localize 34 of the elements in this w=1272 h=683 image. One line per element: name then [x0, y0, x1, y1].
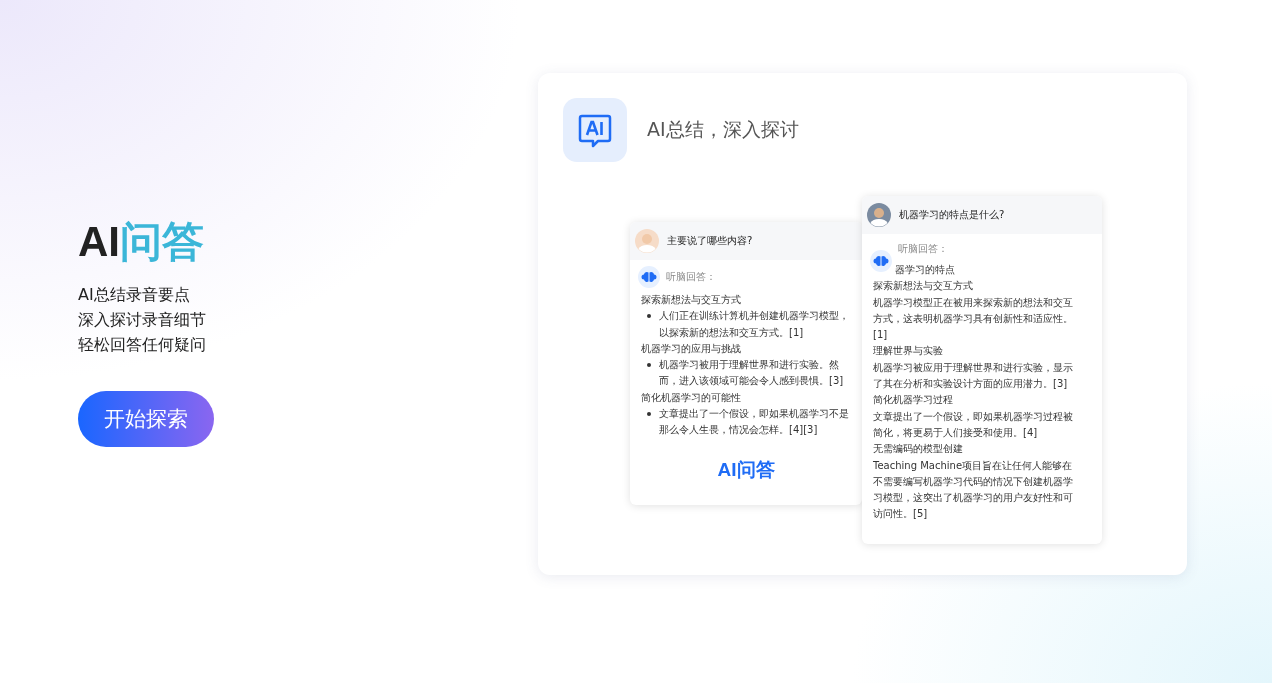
answer-text: 机器学习被用于理解世界和进行实验。然而，进入该领域可能会令人感到畏惧。[3] [659, 358, 845, 389]
avatar-icon [635, 229, 659, 253]
caption-text: AI问答 [716, 457, 776, 482]
answer-text: 机器学习被应用于理解世界和进行实验，显示了其在分析和实验设计方面的应用潜力。[3] [873, 360, 1074, 392]
feature-line: 轻松回答任何疑问 [78, 334, 207, 356]
answer-heading: 机器学习的应用与挑战 [641, 341, 742, 356]
answer-text: 简化机器学习过程 [873, 393, 954, 408]
avatar-icon [867, 203, 891, 227]
question-text: 机器学习的特点是什么? [899, 208, 1005, 222]
answer-text: 文章提出了一个假设，即如果机器学习过程被简化，将更易于人们接受和使用。[4] [873, 409, 1074, 440]
answer-heading: 探索新想法与交互方式 [641, 293, 742, 307]
answer-heading: 简化机器学习的可能性 [641, 390, 742, 405]
answer-text: 机器学习模型正在被用来探索新的想法和交互方式，这表明机器学习具有创新性和适应性。[1] [873, 295, 1074, 343]
answer-label: 听脑回答： [666, 270, 716, 284]
answer-text: 器学习的特点 [894, 263, 956, 277]
bullet-icon [647, 363, 651, 368]
brain-icon [638, 266, 660, 288]
answer-label: 听脑回答： [898, 242, 948, 256]
answer-text: 探索新想法与交互方式 [873, 279, 974, 294]
answer-text: 文章提出了一个假设，即如果机器学习不是那么令人生畏，情况会怎样。[4][3] [659, 407, 849, 438]
bullet-icon [647, 314, 651, 319]
bullet-icon [647, 412, 651, 417]
start-button[interactable]: 开始探索 [78, 391, 214, 447]
ai-chat-icon [563, 98, 627, 162]
hero-title: AI问答 [78, 218, 205, 266]
question-text: 主要说了哪些内容? [667, 234, 753, 248]
answer-text: 理解世界与实验 [873, 344, 944, 359]
answer-text: 无需编码的模型创建 [873, 442, 964, 457]
brain-icon [870, 250, 892, 272]
answer-text: Teaching Machine项目旨在让任何人能够在不需要编写机器学习代码的情况下创建机器学习模型，这突出了机器学习的用户友好性和可访问性。[5] [873, 458, 1074, 522]
feature-title: AI总结，深入探讨 [647, 117, 799, 142]
feature-line: 深入探讨录音细节 [78, 309, 207, 331]
feature-line: AI总结录音要点 [78, 284, 191, 306]
answer-text: 人们正在训练计算机并创建机器学习模型，以探索新的想法和交互方式。[1] [659, 309, 849, 340]
